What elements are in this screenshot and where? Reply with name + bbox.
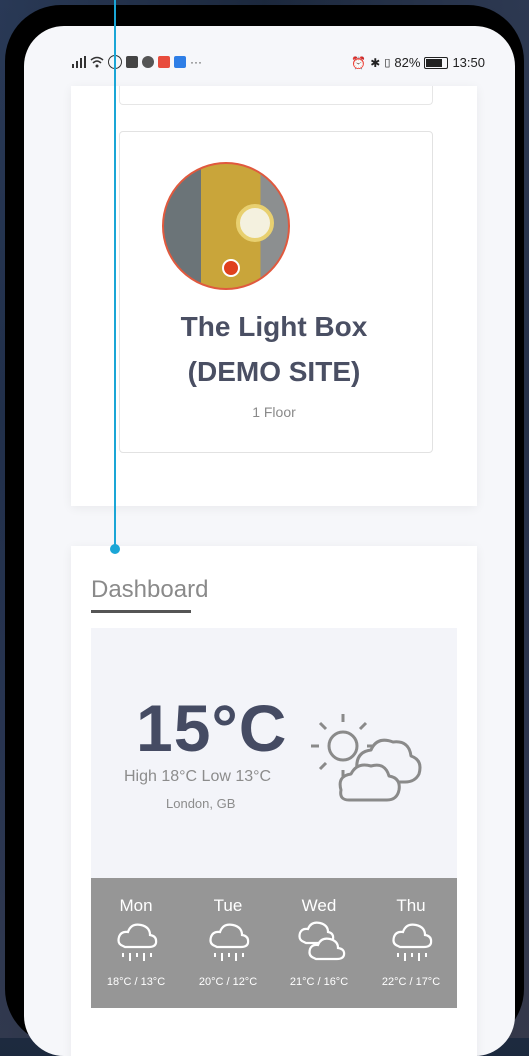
bluetooth-icon: ✱ — [370, 55, 381, 70]
alarm-icon: ⏰ — [351, 55, 367, 70]
phone-frame: ··· ⏰ ✱ ▯ 82% 13:50 The Light Box (DEMO … — [5, 5, 524, 1056]
chat-icon — [142, 56, 154, 68]
rain-icon — [117, 923, 158, 961]
battery-icon — [424, 56, 449, 69]
site-name[interactable]: The Light Box (DEMO SITE) — [134, 304, 414, 394]
status-bar: ··· ⏰ ✱ ▯ 82% 13:50 — [24, 52, 515, 76]
mail-icon — [158, 56, 170, 68]
signal-icon — [72, 56, 86, 68]
forecast-day-name: Thu — [396, 896, 426, 915]
callout-pointer-line — [114, 0, 116, 548]
phone-screen: ··· ⏰ ✱ ▯ 82% 13:50 The Light Box (DEMO … — [24, 26, 515, 1056]
site-list-panel — [71, 86, 477, 506]
forecast-day-name: Wed — [301, 896, 337, 915]
site-photo-window — [236, 204, 274, 242]
site-floor-count: 1 Floor — [252, 404, 296, 420]
partly-cloudy-icon — [311, 714, 422, 802]
clock-time: 13:50 — [452, 55, 485, 70]
callout-pointer-dot — [110, 544, 120, 554]
forecast-temps: 21°C / 16°C — [289, 976, 349, 988]
previous-site-card[interactable] — [119, 86, 433, 105]
status-icons-left: ··· — [72, 55, 202, 69]
current-temperature: 15°C — [136, 691, 288, 765]
forecast-temps: 20°C / 12°C — [198, 976, 258, 988]
dashboard-panel: Dashboard 15°C High 18°C Low 13°C London… — [71, 546, 477, 1056]
home-app-icon — [174, 56, 186, 68]
cloudy-icon — [298, 921, 346, 961]
dashboard-title-underline — [91, 610, 191, 613]
forecast-day-name: Tue — [213, 896, 243, 915]
vibrate-icon: ▯ — [384, 57, 391, 69]
weather-location: London, GB — [166, 796, 236, 811]
rain-icon — [209, 923, 250, 961]
status-dot-icon — [222, 259, 240, 277]
app-s-icon — [126, 56, 138, 68]
dashboard-title: Dashboard — [91, 576, 209, 603]
forecast-temps: 22°C / 17°C — [381, 976, 441, 988]
battery-percent: 82% — [394, 55, 421, 70]
high-low-temperature: High 18°C Low 13°C — [124, 768, 272, 785]
status-icons-right: ⏰ ✱ ▯ 82% 13:50 — [351, 55, 485, 70]
wifi-icon — [90, 56, 104, 68]
forecast-temps: 18°C / 13°C — [106, 976, 166, 988]
more-notifications: ··· — [190, 55, 202, 69]
rain-icon — [392, 923, 433, 961]
weather-forecast: Mon 18°C / 13°C Tue 20°C / 12°C Wed 21°C… — [91, 878, 457, 1008]
forecast-day-name: Mon — [119, 896, 153, 915]
current-weather: 15°C High 18°C Low 13°C London, GB — [91, 628, 457, 878]
